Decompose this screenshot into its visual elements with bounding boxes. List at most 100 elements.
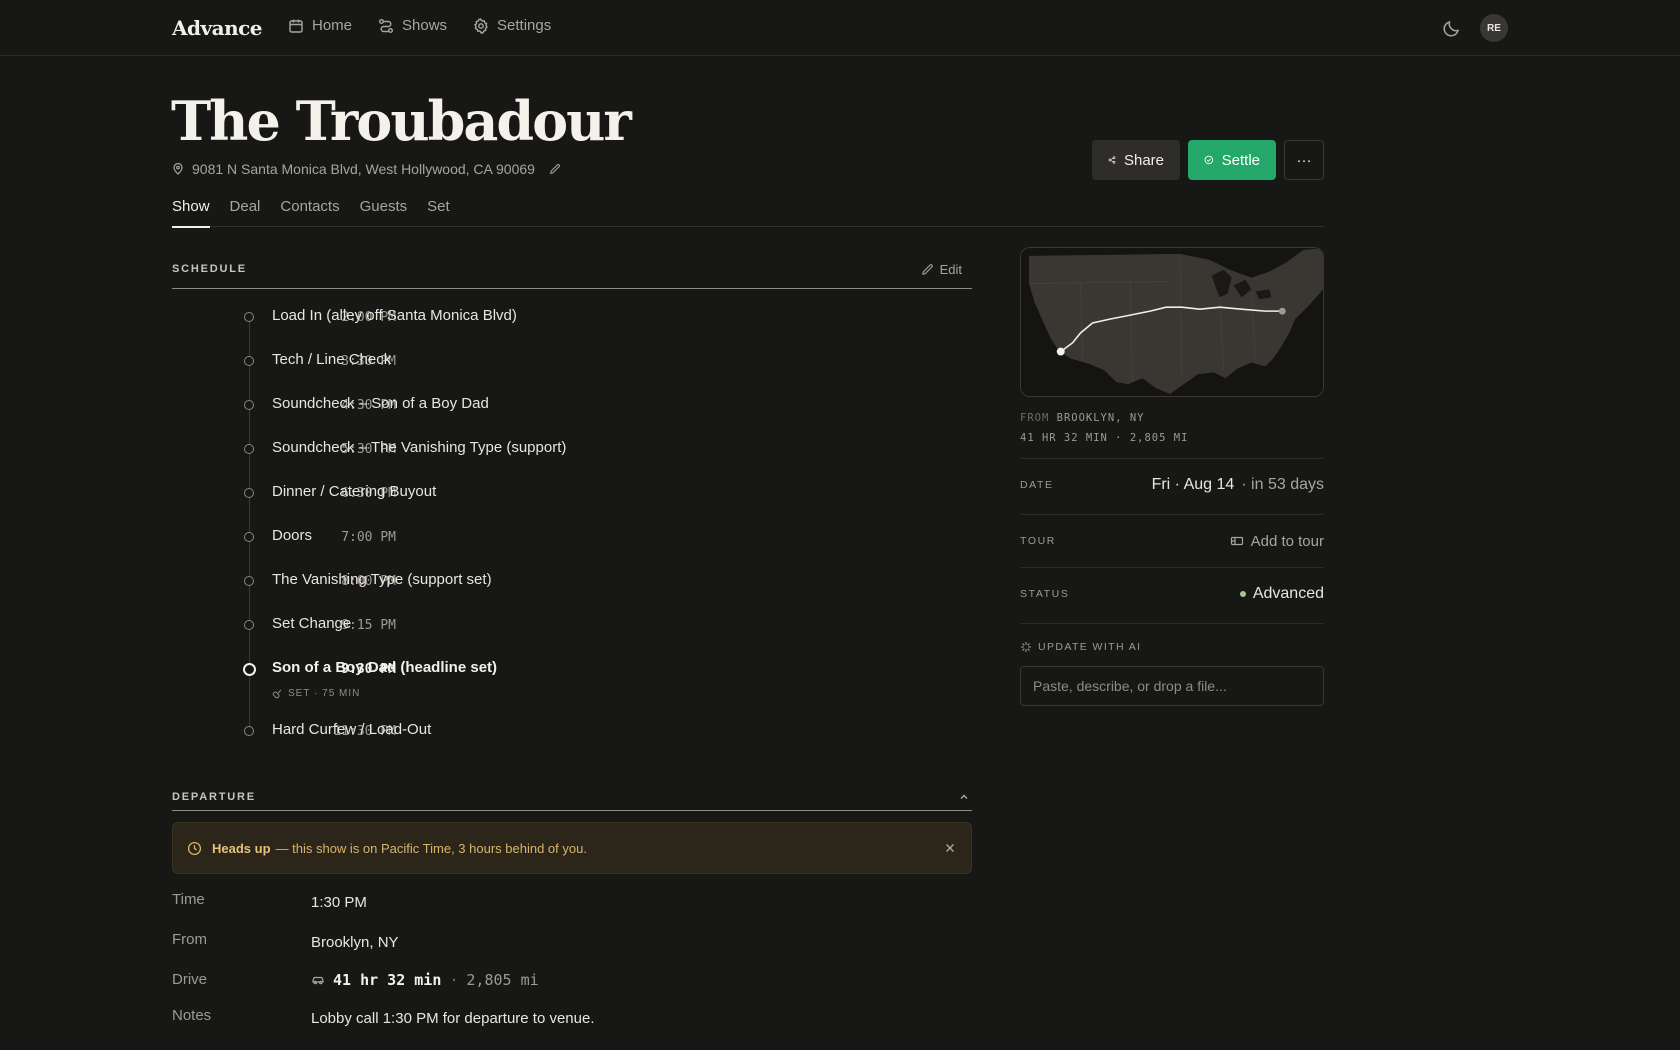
ai-label: UPDATE WITH AI xyxy=(1020,641,1141,653)
timeline-dot xyxy=(244,356,254,366)
timeline-dot xyxy=(244,312,254,322)
date-value[interactable]: Fri · Aug 14 · in 53 days xyxy=(1152,476,1324,494)
departure-drive-value: 41 hr 32 min · 2,805 mi xyxy=(311,971,539,989)
moon-icon[interactable] xyxy=(1442,18,1462,38)
route-from-city: BROOKLYN, NY xyxy=(1056,412,1145,424)
schedule-item[interactable]: 6:30 PM Dinner / Catering Buyout xyxy=(160,481,972,505)
chevron-up-icon[interactable] xyxy=(958,791,970,803)
close-icon[interactable] xyxy=(943,841,957,855)
pencil-icon[interactable] xyxy=(549,163,561,175)
departure-drive-label: Drive xyxy=(172,971,208,988)
schedule-item[interactable]: 5:30 PM Soundcheck – The Vanishing Type … xyxy=(160,437,972,461)
schedule-header: SCHEDULE Edit xyxy=(172,259,972,279)
venue-address: 9081 N Santa Monica Blvd, West Hollywood… xyxy=(172,161,561,177)
departure-from-text: Brooklyn, NY xyxy=(311,934,399,951)
share-button[interactable]: Share xyxy=(1092,140,1180,180)
timeline-dot xyxy=(244,726,254,736)
status-value[interactable]: Advanced xyxy=(1239,585,1324,603)
schedule-event: Dinner / Catering Buyout xyxy=(272,483,437,500)
tab-set[interactable]: Set xyxy=(427,198,450,227)
schedule-event: Hard Curfew / Load-Out xyxy=(272,721,432,738)
schedule-item[interactable]: 4:30 PM Soundcheck – Son of a Boy Dad xyxy=(160,393,972,417)
timezone-alert: Heads up — this show is on Pacific Time,… xyxy=(172,822,972,874)
schedule-event: Doors xyxy=(272,527,313,544)
ticket-icon xyxy=(1230,536,1243,546)
tab-contacts[interactable]: Contacts xyxy=(280,198,339,227)
drive-distance: 2,805 mi xyxy=(466,971,539,989)
sparkle-icon xyxy=(1021,642,1031,652)
schedule-item[interactable]: 11:30 PM Hard Curfew / Load-Out xyxy=(160,719,972,743)
avatar[interactable]: RE xyxy=(1480,14,1508,42)
schedule-item[interactable]: 2:00 PM Load In (alley off Santa Monica … xyxy=(160,305,972,329)
status-label: STATUS xyxy=(1020,588,1070,600)
tab-guests[interactable]: Guests xyxy=(360,198,408,227)
gear-icon xyxy=(474,17,488,34)
departure-from-value[interactable]: Brooklyn, NY xyxy=(311,934,399,951)
departure-notes-text: Lobby call 1:30 PM for departure to venu… xyxy=(311,1010,595,1027)
nav-item-settings[interactable]: Settings xyxy=(473,17,551,34)
schedule-label: SCHEDULE xyxy=(172,263,247,275)
departure-notes-value[interactable]: Lobby call 1:30 PM for departure to venu… xyxy=(311,1010,595,1027)
timeline-dot xyxy=(244,576,254,586)
route-meta: FROM BROOKLYN, NY 41 HR 32 MIN · 2,805 M… xyxy=(1020,408,1188,448)
departure-divider xyxy=(172,810,972,811)
share-label: Share xyxy=(1123,151,1164,169)
date-label: DATE xyxy=(1020,479,1054,491)
nav-label-shows: Shows xyxy=(402,17,448,34)
tour-label: TOUR xyxy=(1020,535,1056,547)
schedule-item[interactable]: 9:15 PM Set Change xyxy=(160,613,972,637)
nav-item-home[interactable]: Home xyxy=(288,17,352,34)
more-options-button[interactable]: ··· xyxy=(1284,140,1324,180)
date-relative: · in 53 days xyxy=(1241,476,1324,493)
tab-deal[interactable]: Deal xyxy=(230,198,261,227)
tab-show[interactable]: Show xyxy=(172,198,210,228)
schedule-divider xyxy=(172,288,972,289)
nav-label-home: Home xyxy=(312,17,353,34)
date-row: DATE Fri · Aug 14 · in 53 days xyxy=(1020,458,1324,511)
schedule-event: Set Change xyxy=(272,615,352,632)
page-title: The Troubadour xyxy=(171,89,632,153)
add-to-tour-button[interactable]: Add to tour xyxy=(1230,533,1324,550)
departure-from-label: From xyxy=(172,931,207,948)
route-map-graphic xyxy=(1021,248,1323,396)
edit-label: Edit xyxy=(939,261,962,277)
alert-message: — this show is on Pacific Time, 3 hours … xyxy=(275,840,587,856)
schedule-item[interactable]: 8:00 PM The Vanishing Type (support set) xyxy=(160,569,972,593)
date-text: Fri · Aug 14 xyxy=(1151,476,1235,493)
more-icon: ··· xyxy=(1296,151,1312,169)
departure-notes-label: Notes xyxy=(172,1007,212,1024)
status-row: STATUS Advanced xyxy=(1020,567,1324,620)
brand-logo[interactable]: Advance xyxy=(172,16,263,40)
show-tabs: Show Deal Contacts Guests Set xyxy=(172,198,1324,228)
ai-update-input[interactable] xyxy=(1020,666,1324,706)
route-origin-dot xyxy=(1278,307,1286,315)
route-from-prefix: FROM xyxy=(1020,412,1050,424)
route-map[interactable] xyxy=(1020,247,1324,397)
departure-header: DEPARTURE xyxy=(172,787,972,807)
guitar-icon xyxy=(272,689,282,698)
settle-button[interactable]: Settle xyxy=(1188,140,1276,180)
departure-time-value[interactable]: 1:30 PM xyxy=(311,894,367,911)
schedule-event: Soundcheck – Son of a Boy Dad xyxy=(272,395,489,412)
route-icon xyxy=(379,18,394,33)
check-circle-icon xyxy=(1204,155,1214,165)
departure-label: DEPARTURE xyxy=(172,791,256,803)
timeline-dot xyxy=(244,488,254,498)
add-to-tour-label: Add to tour xyxy=(1250,532,1324,550)
timeline-dot xyxy=(244,532,254,542)
timeline-dot xyxy=(244,444,254,454)
schedule-item-headline[interactable]: 9:30 PM Son of a Boy Dad (headline set) xyxy=(160,657,972,681)
status-text: Advanced xyxy=(1252,585,1324,602)
route-summary: 41 HR 32 MIN · 2,805 MI xyxy=(1020,432,1189,444)
schedule-event: Soundcheck – The Vanishing Type (support… xyxy=(272,439,567,456)
set-length-meta: SET · 75 MIN xyxy=(272,688,360,699)
ai-divider xyxy=(1020,623,1324,624)
nav-item-shows[interactable]: Shows xyxy=(378,17,447,34)
schedule-event: Son of a Boy Dad (headline set) xyxy=(272,659,498,676)
schedule-item[interactable]: 3:30 PM Tech / Line Check xyxy=(160,349,972,373)
settle-label: Settle xyxy=(1221,151,1260,169)
schedule-event: The Vanishing Type (support set) xyxy=(272,571,492,588)
schedule-item[interactable]: 7:00 PM Doors xyxy=(160,525,972,549)
departure-time-label: Time xyxy=(172,891,205,908)
edit-schedule-button[interactable]: Edit xyxy=(921,262,962,277)
